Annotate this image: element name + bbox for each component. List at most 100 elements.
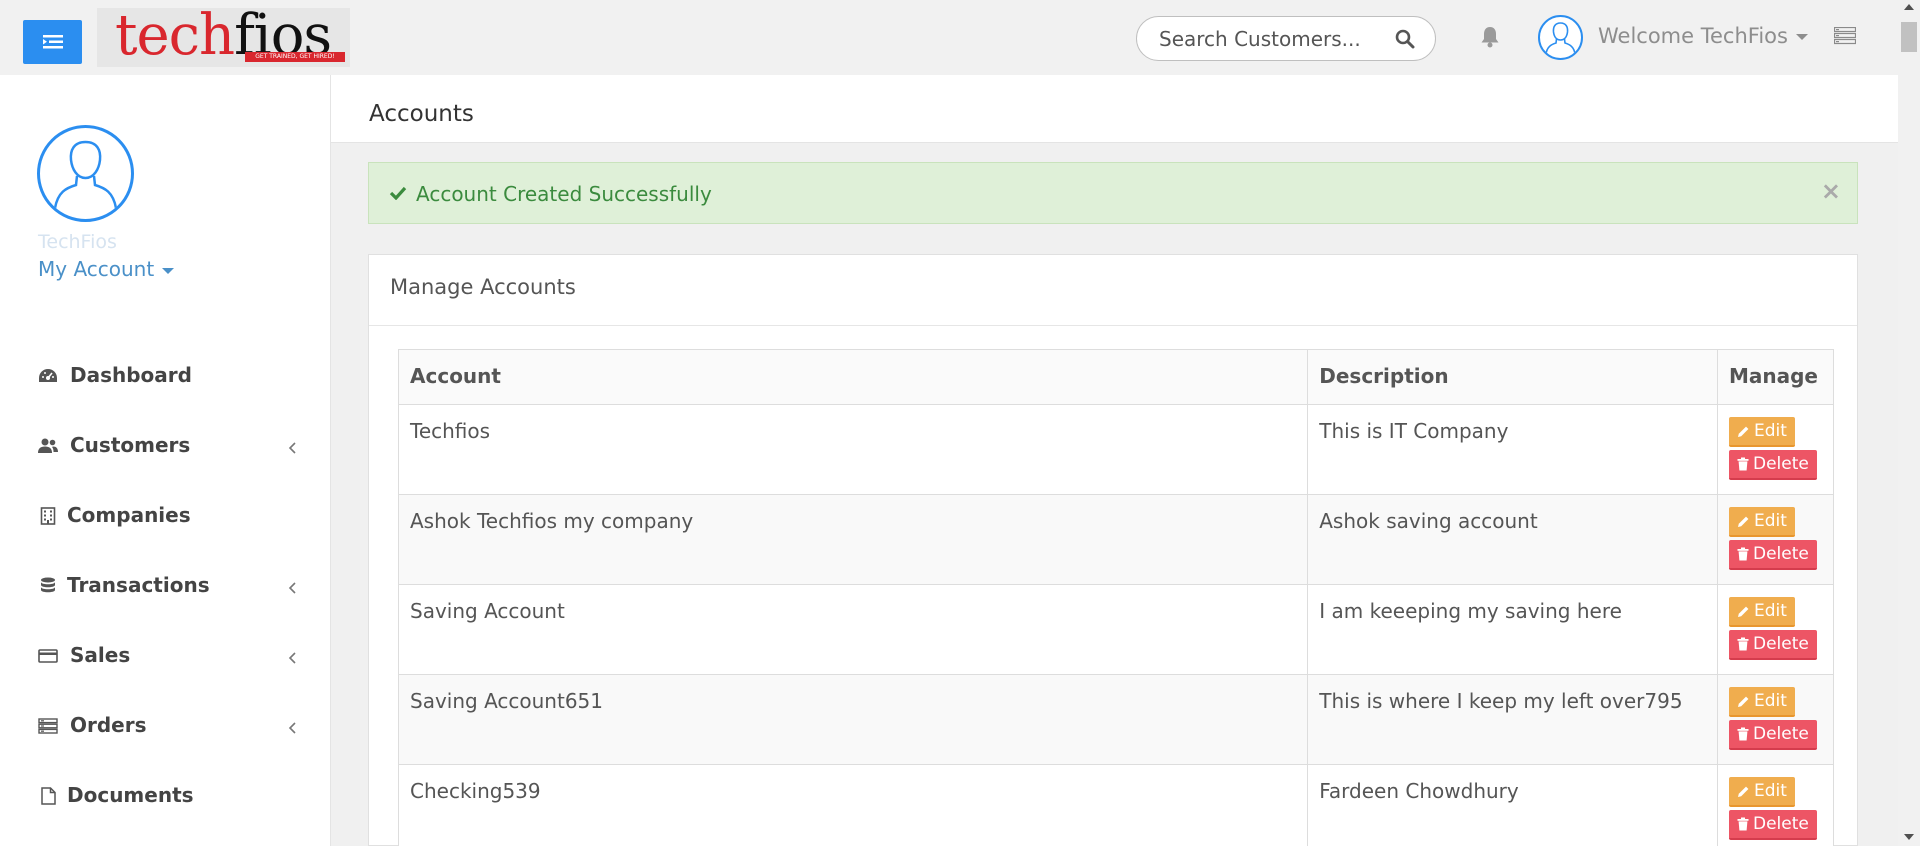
trash-icon (1737, 817, 1749, 831)
edit-button-label: Edit (1753, 691, 1787, 711)
close-icon[interactable]: × (1821, 179, 1841, 203)
alert-message: Account Created Successfully (416, 182, 712, 206)
page-title: Accounts (369, 101, 474, 127)
sidebar-item-orders[interactable]: Orders (0, 695, 331, 765)
chevron-left-icon (288, 439, 296, 458)
dashboard-icon (37, 365, 59, 387)
sidebar-item-label: Documents (67, 783, 194, 807)
search-icon[interactable] (1395, 29, 1415, 53)
account-cell: Saving Account (397, 584, 1309, 675)
edit-button[interactable]: Edit (1728, 777, 1795, 807)
user-avatar-icon[interactable] (1538, 15, 1583, 60)
description-cell: Ashok saving account (1307, 494, 1718, 585)
trash-icon (1737, 457, 1749, 471)
manage-cell: Edit Delete (1716, 674, 1835, 765)
panel-title: Manage Accounts (390, 275, 576, 299)
account-cell: Checking539 (397, 764, 1309, 846)
manage-cell: Edit Delete (1716, 584, 1835, 675)
delete-button[interactable]: Delete (1728, 540, 1817, 570)
chevron-left-icon (288, 649, 296, 668)
column-header-account: Account (397, 349, 1309, 405)
scroll-up-arrow-icon[interactable] (1904, 4, 1914, 10)
sidebar-item-dashboard[interactable]: Dashboard (0, 345, 331, 415)
manage-cell: Edit Delete (1716, 764, 1835, 846)
users-icon (37, 435, 59, 457)
my-account-dropdown[interactable]: My Account (38, 257, 175, 281)
customer-search (1136, 16, 1436, 61)
chevron-left-icon (288, 719, 296, 738)
table-header-row: Account Description Manage (397, 349, 1835, 405)
table-row: Saving Account I am keeeping my saving h… (397, 584, 1835, 675)
description-cell: I am keeeping my saving here (1307, 584, 1718, 675)
scroll-thumb[interactable] (1901, 22, 1917, 52)
delete-button[interactable]: Delete (1728, 810, 1817, 840)
edit-button[interactable]: Edit (1728, 597, 1795, 627)
page-scrollbar[interactable] (1898, 0, 1920, 846)
edit-button-label: Edit (1753, 601, 1787, 621)
top-navbar: techfios GET TRAINED, GET HIRED! Welcome… (0, 0, 1898, 75)
delete-button-label: Delete (1752, 454, 1809, 474)
description-cell: Fardeen Chowdhury (1307, 764, 1718, 846)
sidebar-item-label: Dashboard (70, 363, 192, 387)
delete-button[interactable]: Delete (1728, 720, 1817, 750)
sidebar-item-documents[interactable]: Documents (0, 765, 331, 835)
pencil-icon (1737, 786, 1749, 797)
sidebar-item-companies[interactable]: Companies (0, 485, 331, 555)
sidebar-item-transactions[interactable]: Transactions (0, 555, 331, 625)
database-icon (37, 575, 59, 597)
sidebar-toggle-button[interactable] (23, 20, 82, 64)
scroll-down-arrow-icon[interactable] (1904, 834, 1914, 840)
search-input[interactable] (1159, 28, 1379, 50)
sidebar-item-sales[interactable]: Sales (0, 625, 331, 695)
credit-card-icon (37, 645, 59, 667)
profile-avatar-icon (37, 125, 134, 222)
delete-button-label: Delete (1752, 544, 1809, 564)
panel-header: Manage Accounts (369, 255, 1857, 326)
edit-button[interactable]: Edit (1728, 687, 1795, 717)
techfios-logo[interactable]: techfios GET TRAINED, GET HIRED! (97, 8, 350, 67)
delete-button[interactable]: Delete (1728, 450, 1817, 480)
sidebar-username: TechFios (38, 231, 117, 253)
grid-list-icon[interactable] (1833, 26, 1857, 49)
pencil-icon (1737, 696, 1749, 707)
account-cell: Ashok Techfios my company (397, 494, 1309, 585)
trash-icon (1737, 637, 1749, 651)
sidebar-item-label: Customers (70, 433, 191, 457)
edit-button-label: Edit (1753, 421, 1787, 441)
chevron-down-icon (1795, 34, 1808, 40)
table-row: Techfios This is IT Company Edit Delete (397, 404, 1835, 495)
account-cell: Saving Account651 (397, 674, 1309, 765)
edit-button[interactable]: Edit (1728, 417, 1795, 447)
edit-button-label: Edit (1753, 781, 1787, 801)
bell-icon[interactable] (1480, 26, 1500, 52)
sidebar-item-label: Orders (70, 713, 147, 737)
chevron-down-icon (162, 267, 175, 274)
welcome-user-dropdown[interactable]: Welcome TechFios (1598, 24, 1808, 48)
manage-cell: Edit Delete (1716, 494, 1835, 585)
building-icon (37, 505, 59, 527)
sidebar-item-customers[interactable]: Customers (0, 415, 331, 485)
pencil-icon (1737, 606, 1749, 617)
server-icon (37, 715, 59, 737)
sidebar-item-label: Sales (70, 643, 131, 667)
edit-button-label: Edit (1753, 511, 1787, 531)
pencil-icon (1737, 426, 1749, 437)
column-header-description: Description (1307, 349, 1718, 405)
sidebar-item-label: Companies (67, 503, 191, 527)
table-row: Saving Account651 This is where I keep m… (397, 674, 1835, 765)
my-account-label: My Account (38, 257, 155, 281)
edit-button[interactable]: Edit (1728, 507, 1795, 537)
account-cell: Techfios (397, 404, 1309, 495)
delete-button-label: Delete (1752, 814, 1809, 834)
trash-icon (1737, 547, 1749, 561)
delete-button[interactable]: Delete (1728, 630, 1817, 660)
menu-toggle-icon (42, 34, 63, 50)
trash-icon (1737, 727, 1749, 741)
delete-button-label: Delete (1752, 724, 1809, 744)
file-icon (37, 785, 59, 807)
sidebar-nav: Dashboard Customers Companies Transactio… (0, 345, 331, 835)
check-icon (389, 185, 407, 204)
pencil-icon (1737, 516, 1749, 527)
delete-button-label: Delete (1752, 634, 1809, 654)
chevron-left-icon (288, 579, 296, 598)
